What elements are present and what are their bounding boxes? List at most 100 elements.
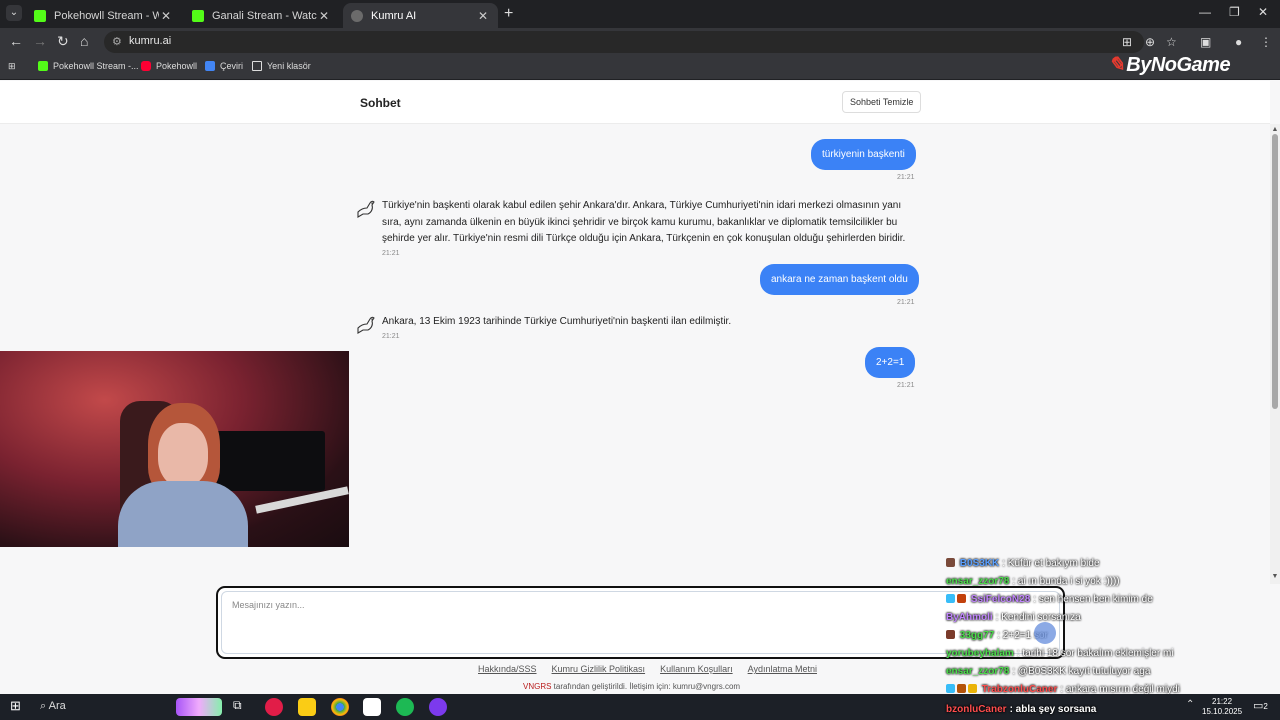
clear-chat-button[interactable]: Sohbeti Temizle: [842, 91, 922, 113]
notification-icon[interactable]: ▭2: [1253, 699, 1268, 712]
kumru-bird-icon: [357, 200, 375, 218]
address-bar[interactable]: ⚙ kumru.ai: [104, 31, 1144, 53]
reload-icon[interactable]: ↻: [57, 33, 69, 50]
file-explorer-icon[interactable]: [298, 698, 316, 716]
badge-icon: [946, 558, 955, 567]
chat-username: SsiFelcoN28: [970, 594, 1031, 605]
tray-expand-icon[interactable]: ⌃: [1186, 699, 1194, 710]
bot-message: Türkiye'nin başkenti olarak kabul edilen…: [382, 200, 906, 244]
profile-icon[interactable]: ●: [1235, 35, 1242, 49]
apps-icon[interactable]: ⊞: [8, 61, 16, 72]
badge-icon: [957, 594, 966, 603]
chat-text: : tarihi 18 sor bakalım eklemişler mi: [1016, 648, 1174, 659]
bookmark-ceviri[interactable]: Çeviri: [205, 61, 243, 71]
chat-text: : Kendini sorsanıza: [995, 612, 1081, 623]
chat-username: yorubeyhalam: [946, 648, 1014, 659]
scroll-up-icon[interactable]: ▲: [1270, 126, 1280, 133]
star-icon[interactable]: ☆: [1166, 35, 1177, 49]
bynogame-logo-text: ByNoGame: [1126, 54, 1231, 76]
chat-message: SsiFelcoN28: sen hensen ben kimim de: [946, 594, 1153, 605]
chat-message: ensar_zzor78: ai ın bunda i si yok :)))): [946, 576, 1120, 587]
tab-pokehowll[interactable]: Pokehowll Stream - Watch Live ✕: [26, 3, 181, 28]
chat-text: : @B0S3KK kayıt tutuluyor aga: [1012, 666, 1151, 677]
task-view-icon[interactable]: ⧉: [233, 698, 242, 713]
menu-icon[interactable]: ⋮: [1260, 35, 1272, 49]
bookmark-label: Pokehowll: [156, 61, 198, 71]
zoom-icon[interactable]: ⊕: [1145, 35, 1155, 49]
minimize-icon[interactable]: —: [1199, 5, 1211, 19]
chat-text: : Küfür et bakıym bide: [1002, 558, 1100, 569]
kumru-icon: [351, 9, 363, 22]
clock-date: 15.10.2025: [1202, 707, 1243, 716]
windows-start-icon[interactable]: ⊞: [10, 698, 21, 714]
clock-time: 21:22: [1212, 697, 1233, 706]
extensions-icon[interactable]: ▣: [1200, 35, 1211, 49]
app-icon[interactable]: [265, 698, 283, 716]
tab-strip: ⌄ Pokehowll Stream - Watch Live ✕ Ganali…: [0, 0, 1280, 28]
close-icon[interactable]: ✕: [476, 9, 490, 23]
taskbar-clock[interactable]: 21:22 15.10.2025: [1202, 697, 1242, 717]
chat-username: ensar_zzor78: [946, 666, 1010, 677]
bookmarks-bar: ⊞ Pokehowll Stream -... Pokehowll Çeviri…: [0, 56, 1280, 80]
kick-icon: [34, 9, 46, 22]
webcam-monitor: [215, 431, 325, 491]
badge-icon: [946, 594, 955, 603]
chat-message: 33gg77: 2+2=1 sor: [946, 630, 1048, 641]
badge-icon: [946, 630, 955, 639]
mouse-cursor-highlight: [1034, 622, 1056, 644]
chat-username: B0S3KK: [959, 558, 1000, 569]
message-input[interactable]: [221, 591, 1060, 654]
bookmark-folder[interactable]: Yeni klasör: [252, 61, 311, 71]
webcam-face: [158, 423, 208, 487]
user-message: türkiyenin başkenti: [811, 139, 916, 170]
scroll-thumb[interactable]: [1272, 134, 1278, 409]
new-tab-icon[interactable]: +: [504, 5, 513, 23]
footer-link-terms[interactable]: Kullanım Koşulları: [660, 664, 733, 674]
footer-links: Hakkında/SSS Kumru Gizlilik Politikası K…: [478, 664, 817, 674]
restore-icon[interactable]: ❐: [1229, 5, 1240, 19]
message-input-container: [216, 586, 1065, 659]
tab-search-icon[interactable]: ⌄: [6, 5, 22, 21]
tab-title: Kumru AI: [371, 9, 417, 22]
home-icon[interactable]: ⌂: [80, 33, 88, 49]
bynogame-logo: ✎ ByNoGame: [1108, 54, 1231, 76]
chat-text: : ai ın bunda i si yok :)))): [1012, 576, 1120, 587]
close-icon[interactable]: ✕: [317, 9, 331, 23]
scroll-down-icon[interactable]: ▼: [1270, 573, 1280, 580]
chrome-icon[interactable]: [331, 698, 349, 716]
app-icon[interactable]: [429, 698, 447, 716]
url-text: kumru.ai: [129, 35, 172, 47]
kumru-bird-icon: [357, 316, 375, 334]
chat-text: : abla şey sorsana: [1009, 704, 1097, 715]
footer-link-faq[interactable]: Hakkında/SSS: [478, 664, 537, 674]
chat-username: bzonluCaner: [946, 704, 1007, 715]
scrollbar[interactable]: ▲ ▼: [1270, 124, 1280, 584]
streamer-webcam: [0, 351, 349, 547]
kick-icon: [192, 9, 204, 22]
back-icon[interactable]: ←: [9, 33, 23, 49]
chat-message: ByAhmoli: Kendini sorsanıza: [946, 612, 1081, 623]
folder-icon: [252, 61, 262, 71]
bot-message: Ankara, 13 Ekim 1923 tarihinde Türkiye C…: [382, 316, 732, 327]
capcut-icon[interactable]: [363, 698, 381, 716]
translate-icon[interactable]: ⊞: [1122, 35, 1132, 49]
taskbar-search[interactable]: ⌕ Ara: [40, 700, 66, 713]
bookmark-pokehowll-stream[interactable]: Pokehowll Stream -...: [38, 61, 139, 71]
bookmark-pokehowll[interactable]: Pokehowll: [141, 61, 197, 71]
window-close-icon[interactable]: ✕: [1258, 5, 1268, 19]
forward-icon[interactable]: →: [33, 33, 47, 49]
bookmark-label: Pokehowll Stream -...: [53, 61, 139, 71]
tab-title: Pokehowll Stream - Watch Live: [54, 9, 159, 22]
tab-kumru[interactable]: Kumru AI ✕: [343, 3, 498, 28]
site-info-icon[interactable]: ⚙: [112, 35, 122, 48]
spotify-icon[interactable]: [396, 698, 414, 716]
vngrs-brand[interactable]: VNGRS: [523, 682, 551, 691]
user-message: 2+2=1: [865, 347, 916, 378]
close-icon[interactable]: ✕: [159, 9, 173, 23]
widget-icon[interactable]: [176, 698, 222, 716]
footer-link-disclosure[interactable]: Aydınlatma Metni: [748, 664, 817, 674]
badge-icon: [957, 684, 966, 693]
footer-link-privacy[interactable]: Kumru Gizlilik Politikası: [552, 664, 646, 674]
tab-ganali[interactable]: Ganali Stream - Watch Live on K ✕: [184, 3, 339, 28]
footer-credit-text: tarafından geliştirildi. İletişim için: …: [551, 682, 741, 691]
